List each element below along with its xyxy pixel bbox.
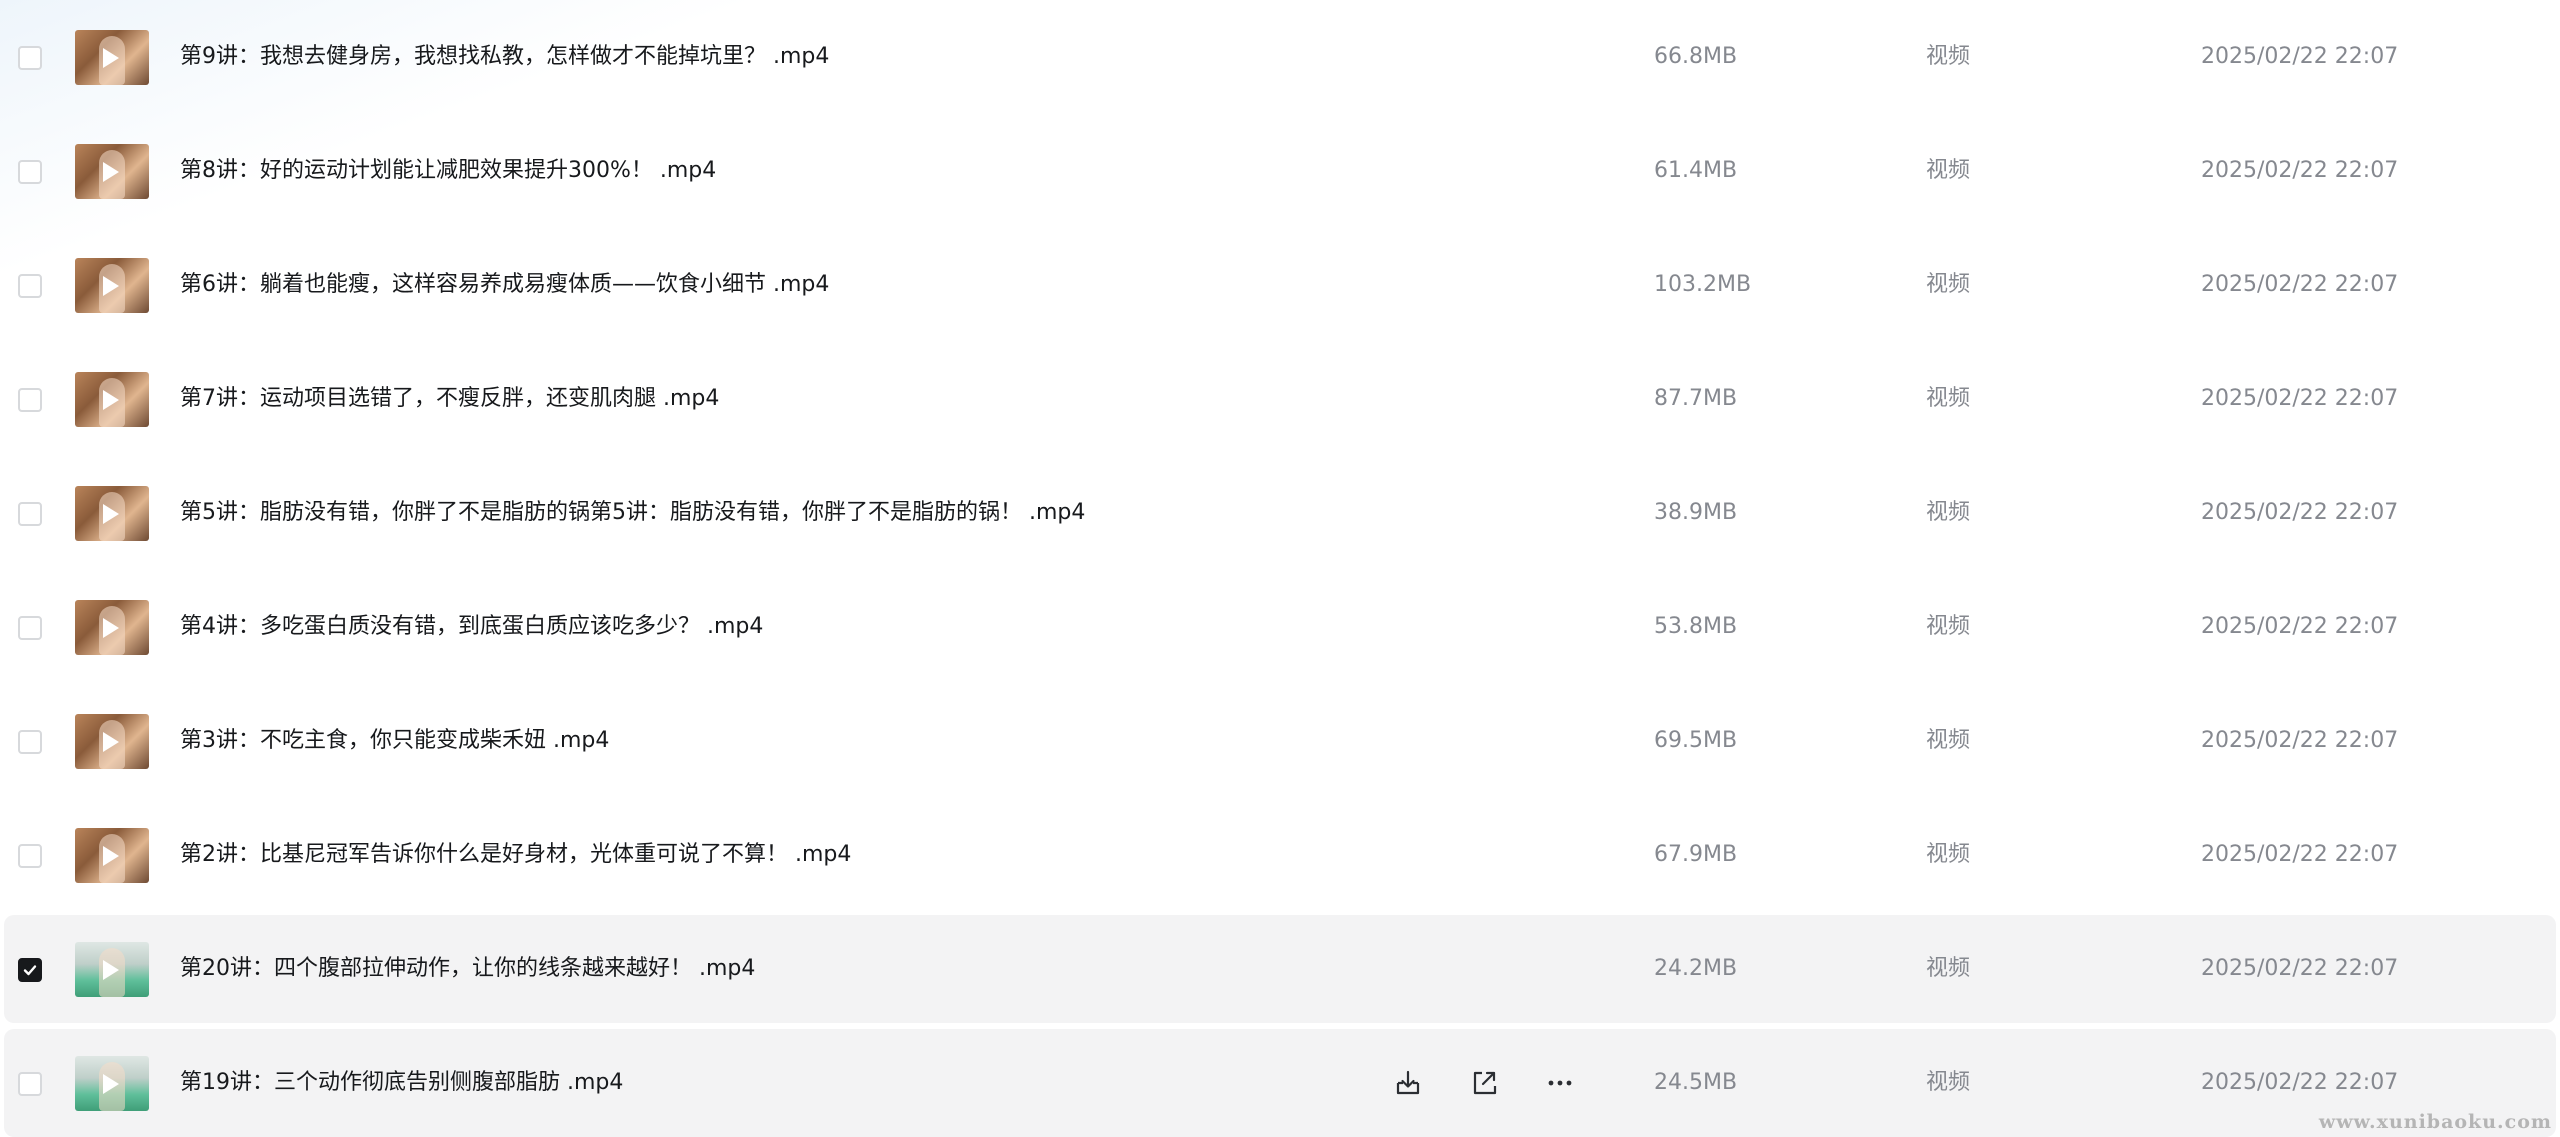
file-checkbox[interactable] [18,388,42,412]
play-icon [103,48,119,68]
play-icon [103,162,119,182]
file-date: 2025/02/22 22:07 [2201,44,2399,69]
play-icon [103,390,119,410]
download-icon [1392,1070,1424,1103]
file-row[interactable]: 第2讲：比基尼冠军告诉你什么是好身材，光体重可说了不算！ .mp4 67.9MB 视… [0,798,2560,912]
file-type: 视频 [1926,842,1971,867]
file-checkbox[interactable] [18,502,42,526]
play-icon [103,276,119,296]
video-thumbnail[interactable] [75,144,149,199]
play-icon [103,1074,119,1094]
play-icon [103,732,119,752]
file-row[interactable]: 第4讲：多吃蛋白质没有错，到底蛋白质应该吃多少？ .mp4 53.8MB 视频 202… [0,570,2560,684]
download-button[interactable] [1392,1067,1424,1099]
file-date: 2025/02/22 22:07 [2201,500,2399,525]
video-thumbnail[interactable] [75,30,149,85]
file-type: 视频 [1926,500,1971,525]
file-name[interactable]: 第8讲：好的运动计划能让减肥效果提升300%！ .mp4 [180,156,716,186]
file-name[interactable]: 第19讲：三个动作彻底告别侧腹部脂肪 .mp4 [180,1068,623,1098]
file-row[interactable]: 第6讲：躺着也能瘦，这样容易养成易瘦体质——饮食小细节 .mp4 103.2MB 视… [0,228,2560,342]
file-row[interactable]: 第7讲：运动项目选错了，不瘦反胖，还变肌肉腿 .mp4 87.7MB 视频 2025/… [0,342,2560,456]
file-size: 24.5MB [1654,1070,1738,1095]
file-row[interactable]: 第20讲：四个腹部拉伸动作，让你的线条越来越好！ .mp4 24.2MB 视频 202… [0,912,2560,1026]
file-name[interactable]: 第4讲：多吃蛋白质没有错，到底蛋白质应该吃多少？ .mp4 [180,612,763,642]
checkmark-icon [23,965,37,976]
file-row[interactable]: 第3讲：不吃主食，你只能变成柴禾妞 .mp4 69.5MB 视频 2025/02/22… [0,684,2560,798]
play-icon [103,846,119,866]
file-size: 103.2MB [1654,272,1752,297]
more-icon [1544,1080,1576,1103]
file-size: 67.9MB [1654,842,1738,867]
file-row[interactable]: 第9讲：我想去健身房，我想找私教，怎样做才不能掉坑里？ .mp4 66.8MB 视频… [0,0,2560,114]
file-size: 66.8MB [1654,44,1738,69]
file-type: 视频 [1926,614,1971,639]
file-type: 视频 [1926,44,1971,69]
more-button[interactable] [1544,1067,1576,1099]
watermark: www.xunibaoku.com [2318,1111,2552,1133]
video-thumbnail[interactable] [75,258,149,313]
video-thumbnail[interactable] [75,600,149,655]
file-type: 视频 [1926,1070,1971,1095]
file-name[interactable]: 第20讲：四个腹部拉伸动作，让你的线条越来越好！ .mp4 [180,954,755,984]
file-size: 61.4MB [1654,158,1738,183]
video-thumbnail[interactable] [75,372,149,427]
file-name[interactable]: 第2讲：比基尼冠军告诉你什么是好身材，光体重可说了不算！ .mp4 [180,840,851,870]
file-checkbox[interactable] [18,844,42,868]
file-date: 2025/02/22 22:07 [2201,272,2399,297]
share-button[interactable] [1468,1067,1500,1099]
file-date: 2025/02/22 22:07 [2201,1070,2399,1095]
file-row[interactable]: 第19讲：三个动作彻底告别侧腹部脂肪 .mp4 24.5MB 视频 2025/02/2… [0,1026,2560,1137]
file-name[interactable]: 第5讲：脂肪没有错，你胖了不是脂肪的锅第5讲：脂肪没有错，你胖了不是脂肪的锅！ … [180,498,1085,528]
file-type: 视频 [1926,386,1971,411]
play-icon [103,618,119,638]
file-size: 24.2MB [1654,956,1738,981]
file-name[interactable]: 第7讲：运动项目选错了，不瘦反胖，还变肌肉腿 .mp4 [180,384,719,414]
file-date: 2025/02/22 22:07 [2201,956,2399,981]
file-date: 2025/02/22 22:07 [2201,158,2399,183]
file-list: 第9讲：我想去健身房，我想找私教，怎样做才不能掉坑里？ .mp4 66.8MB 视频… [0,0,2560,1137]
file-size: 69.5MB [1654,728,1738,753]
play-icon [103,504,119,524]
file-date: 2025/02/22 22:07 [2201,614,2399,639]
video-thumbnail[interactable] [75,942,149,997]
file-type: 视频 [1926,956,1971,981]
file-row[interactable]: 第8讲：好的运动计划能让减肥效果提升300%！ .mp4 61.4MB 视频 2025… [0,114,2560,228]
file-checkbox[interactable] [18,958,42,982]
file-list-page: 第9讲：我想去健身房，我想找私教，怎样做才不能掉坑里？ .mp4 66.8MB 视频… [0,0,2560,1137]
file-checkbox[interactable] [18,46,42,70]
file-checkbox[interactable] [18,730,42,754]
row-actions [1392,1067,1592,1099]
video-thumbnail[interactable] [75,1056,149,1111]
file-size: 53.8MB [1654,614,1738,639]
video-thumbnail[interactable] [75,828,149,883]
file-checkbox[interactable] [18,274,42,298]
file-checkbox[interactable] [18,1072,42,1096]
file-checkbox[interactable] [18,160,42,184]
video-thumbnail[interactable] [75,486,149,541]
file-date: 2025/02/22 22:07 [2201,842,2399,867]
file-date: 2025/02/22 22:07 [2201,728,2399,753]
file-type: 视频 [1926,272,1971,297]
file-type: 视频 [1926,158,1971,183]
file-name[interactable]: 第9讲：我想去健身房，我想找私教，怎样做才不能掉坑里？ .mp4 [180,42,829,72]
file-size: 87.7MB [1654,386,1738,411]
file-row[interactable]: 第5讲：脂肪没有错，你胖了不是脂肪的锅第5讲：脂肪没有错，你胖了不是脂肪的锅！ … [0,456,2560,570]
play-icon [103,960,119,980]
file-size: 38.9MB [1654,500,1738,525]
file-date: 2025/02/22 22:07 [2201,386,2399,411]
file-name[interactable]: 第3讲：不吃主食，你只能变成柴禾妞 .mp4 [180,726,609,756]
file-type: 视频 [1926,728,1971,753]
video-thumbnail[interactable] [75,714,149,769]
share-icon [1468,1071,1500,1103]
file-name[interactable]: 第6讲：躺着也能瘦，这样容易养成易瘦体质——饮食小细节 .mp4 [180,270,829,300]
file-checkbox[interactable] [18,616,42,640]
